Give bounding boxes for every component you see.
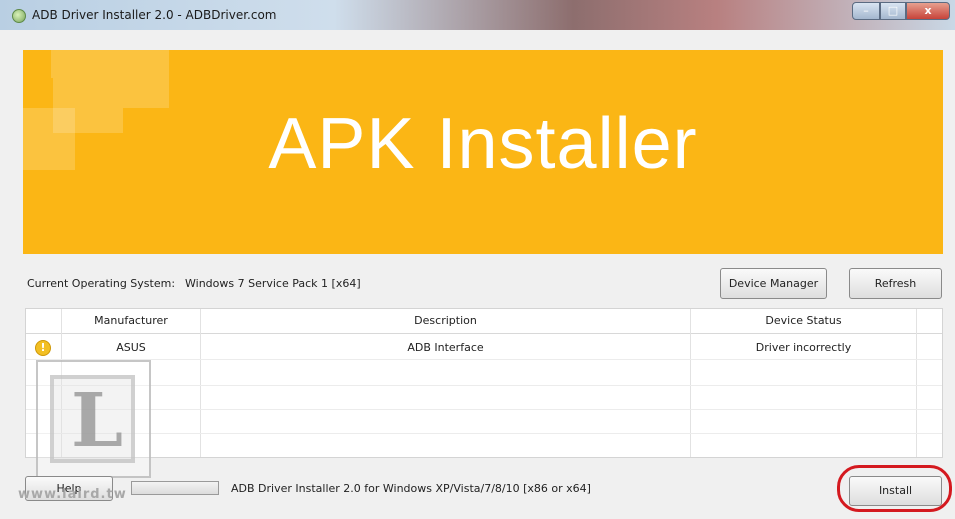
warning-icon: ! <box>35 340 51 356</box>
watermark-letter: L <box>70 378 124 464</box>
row-divider <box>26 409 942 410</box>
os-value: Windows 7 Service Pack 1 [x64] <box>185 277 361 290</box>
app-icon <box>12 9 26 23</box>
status-text: ADB Driver Installer 2.0 for Windows XP/… <box>231 482 591 495</box>
row-divider <box>26 433 942 434</box>
column-header-description[interactable]: Description <box>201 309 690 333</box>
table-header: Manufacturer Description Device Status <box>26 309 942 334</box>
row-divider <box>26 385 942 386</box>
device-manager-button[interactable]: Device Manager <box>720 268 827 299</box>
cell-description: ADB Interface <box>407 341 484 354</box>
banner: APK Installer <box>23 50 943 254</box>
watermark-logo: L <box>36 360 151 478</box>
banner-title: APK Installer <box>268 104 698 184</box>
column-divider <box>690 309 691 457</box>
cell-status: Driver incorrectly <box>755 341 852 354</box>
progress-bar <box>131 481 219 495</box>
watermark-url: www.laird.tw <box>18 487 127 502</box>
device-table[interactable]: Manufacturer Description Device Status !… <box>25 308 943 458</box>
refresh-button[interactable]: Refresh <box>849 268 942 299</box>
app-window: ADB Driver Installer 2.0 - ADBDriver.com… <box>0 0 955 519</box>
column-header-status[interactable]: Device Status <box>691 309 916 333</box>
banner-decoration <box>51 50 169 78</box>
cell-manufacturer: ASUS <box>116 341 146 354</box>
column-divider <box>200 309 201 457</box>
column-header-manufacturer[interactable]: Manufacturer <box>62 309 200 333</box>
os-label: Current Operating System: <box>27 277 176 290</box>
title-bar[interactable]: ADB Driver Installer 2.0 - ADBDriver.com… <box>0 0 955 30</box>
maximize-button[interactable]: □ <box>880 2 906 20</box>
close-button[interactable]: x <box>906 2 950 20</box>
install-button[interactable]: Install <box>849 476 942 506</box>
minimize-button[interactable]: – <box>852 2 880 20</box>
watermark-inner: L <box>50 375 135 463</box>
column-divider <box>916 309 917 457</box>
window-title: ADB Driver Installer 2.0 - ADBDriver.com <box>32 8 277 22</box>
